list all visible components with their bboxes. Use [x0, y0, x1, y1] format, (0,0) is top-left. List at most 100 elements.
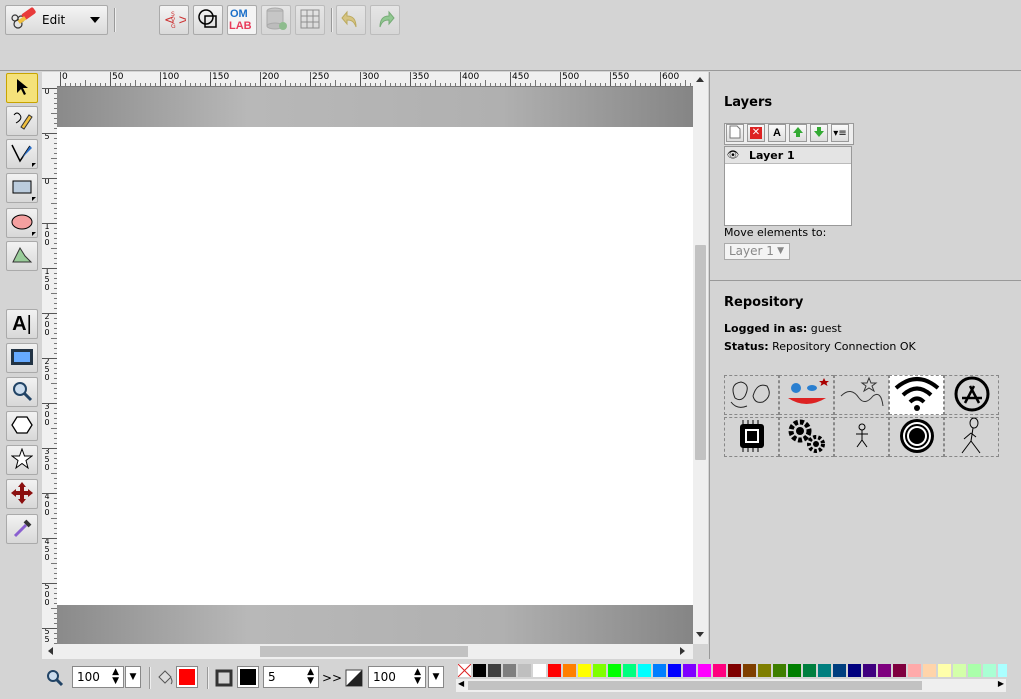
shapes-button[interactable]: [193, 5, 223, 35]
palette-scrollbar[interactable]: ◀ ▶: [456, 679, 1006, 692]
ellipse-tool[interactable]: [6, 208, 38, 238]
image-tool[interactable]: [6, 343, 38, 373]
grid-button[interactable]: [295, 5, 325, 35]
palette-swatch[interactable]: [968, 664, 981, 677]
palette-swatch[interactable]: [473, 664, 486, 677]
palette-swatch[interactable]: [773, 664, 786, 677]
delete-layer-button[interactable]: ✕: [747, 124, 765, 142]
palette-swatch[interactable]: [623, 664, 636, 677]
polygon-tool[interactable]: [6, 241, 38, 271]
fill-color-swatch[interactable]: [176, 666, 198, 688]
palette-swatch[interactable]: [848, 664, 861, 677]
spinner-icon[interactable]: ▲ ▼: [112, 668, 119, 686]
no-color-swatch[interactable]: [458, 664, 471, 677]
horizontal-scrollbar[interactable]: [42, 644, 693, 659]
palette-swatch[interactable]: [878, 664, 891, 677]
scroll-left-arrow[interactable]: [48, 647, 53, 655]
scroll-thumb[interactable]: [695, 245, 706, 460]
palette-swatch[interactable]: [503, 664, 516, 677]
move-layer-up-button[interactable]: [789, 124, 807, 142]
stroke-color-swatch[interactable]: [237, 666, 259, 688]
palette-swatch[interactable]: [818, 664, 831, 677]
star-tool[interactable]: [6, 445, 38, 475]
pencil-tool[interactable]: [6, 106, 38, 136]
select-tool[interactable]: [6, 73, 38, 103]
opacity-dropdown[interactable]: ▼: [428, 666, 444, 688]
spinner-icon[interactable]: ▲ ▼: [307, 668, 314, 686]
palette-swatch[interactable]: [668, 664, 681, 677]
hexagon-tool[interactable]: [6, 411, 38, 441]
eyedropper-tool[interactable]: [6, 514, 38, 544]
redo-button[interactable]: [370, 5, 400, 35]
palette-swatch[interactable]: [908, 664, 921, 677]
scroll-thumb[interactable]: [260, 646, 468, 657]
palette-swatch[interactable]: [758, 664, 771, 677]
text-tool[interactable]: A|: [6, 309, 38, 339]
palette-swatch[interactable]: [833, 664, 846, 677]
move-layer-select[interactable]: Layer 1 ▼: [724, 243, 790, 260]
palette-swatch[interactable]: [653, 664, 666, 677]
palette-swatch[interactable]: [578, 664, 591, 677]
repo-item[interactable]: [724, 375, 779, 415]
repo-item[interactable]: [944, 417, 999, 457]
repo-item[interactable]: [779, 417, 834, 457]
repo-item[interactable]: [834, 375, 889, 415]
palette-swatch[interactable]: [743, 664, 756, 677]
move-layer-down-button[interactable]: [810, 124, 828, 142]
palette-swatch[interactable]: [608, 664, 621, 677]
repo-item[interactable]: [944, 375, 999, 415]
zoom-input[interactable]: 100 ▲ ▼: [72, 666, 124, 688]
palette-swatch[interactable]: [938, 664, 951, 677]
palette-swatch[interactable]: [788, 664, 801, 677]
scroll-right-arrow[interactable]: ▶: [998, 679, 1004, 688]
zoom-dropdown[interactable]: ▼: [125, 666, 141, 688]
palette-swatch[interactable]: [548, 664, 561, 677]
palette-swatch[interactable]: [998, 664, 1007, 677]
palette-scroll-thumb[interactable]: [468, 681, 922, 690]
palette-swatch[interactable]: [953, 664, 966, 677]
palette-swatch[interactable]: [518, 664, 531, 677]
opacity-input[interactable]: 100 ▲ ▼: [368, 666, 426, 688]
scroll-right-arrow[interactable]: [680, 647, 685, 655]
layer-menu-button[interactable]: ▾≡: [831, 124, 849, 142]
repo-item[interactable]: [779, 375, 834, 415]
spinner-icon[interactable]: ▲ ▼: [414, 668, 421, 686]
eye-icon[interactable]: 👁: [725, 150, 741, 161]
scroll-down-arrow[interactable]: [696, 632, 704, 637]
palette-swatch[interactable]: [698, 664, 711, 677]
zoom-tool[interactable]: [6, 377, 38, 407]
repo-item[interactable]: [889, 375, 944, 415]
palette-swatch[interactable]: [893, 664, 906, 677]
repo-item[interactable]: [889, 417, 944, 457]
palette-swatch[interactable]: [713, 664, 726, 677]
palette-swatch[interactable]: [563, 664, 576, 677]
repo-item[interactable]: [724, 417, 779, 457]
rename-layer-button[interactable]: A: [768, 124, 786, 142]
new-layer-button[interactable]: [726, 124, 744, 142]
palette-swatch[interactable]: [923, 664, 936, 677]
palette-swatch[interactable]: [593, 664, 606, 677]
omlab-button[interactable]: OM LAB: [227, 5, 257, 35]
stroke-width-input[interactable]: 5 ▲ ▼: [263, 666, 319, 688]
mode-menu-button[interactable]: Edit: [5, 5, 108, 35]
path-tool[interactable]: [6, 139, 38, 169]
rectangle-tool[interactable]: [6, 173, 38, 203]
svg-source-button[interactable]: < > S V G: [159, 5, 189, 35]
palette-swatch[interactable]: [683, 664, 696, 677]
undo-button[interactable]: [336, 5, 366, 35]
database-button[interactable]: [261, 5, 291, 35]
palette-swatch[interactable]: [983, 664, 996, 677]
svg-canvas[interactable]: [57, 127, 693, 605]
palette-swatch[interactable]: [728, 664, 741, 677]
layer-row[interactable]: 👁 Layer 1: [725, 147, 851, 164]
scroll-left-arrow[interactable]: ◀: [458, 679, 464, 688]
double-chevron-icon[interactable]: >>: [322, 671, 342, 685]
palette-swatch[interactable]: [533, 664, 546, 677]
repo-item[interactable]: [834, 417, 889, 457]
vertical-scrollbar[interactable]: [693, 72, 708, 644]
scroll-up-arrow[interactable]: [696, 77, 704, 82]
move-tool[interactable]: [6, 479, 38, 509]
palette-swatch[interactable]: [863, 664, 876, 677]
palette-swatch[interactable]: [638, 664, 651, 677]
palette-swatch[interactable]: [803, 664, 816, 677]
